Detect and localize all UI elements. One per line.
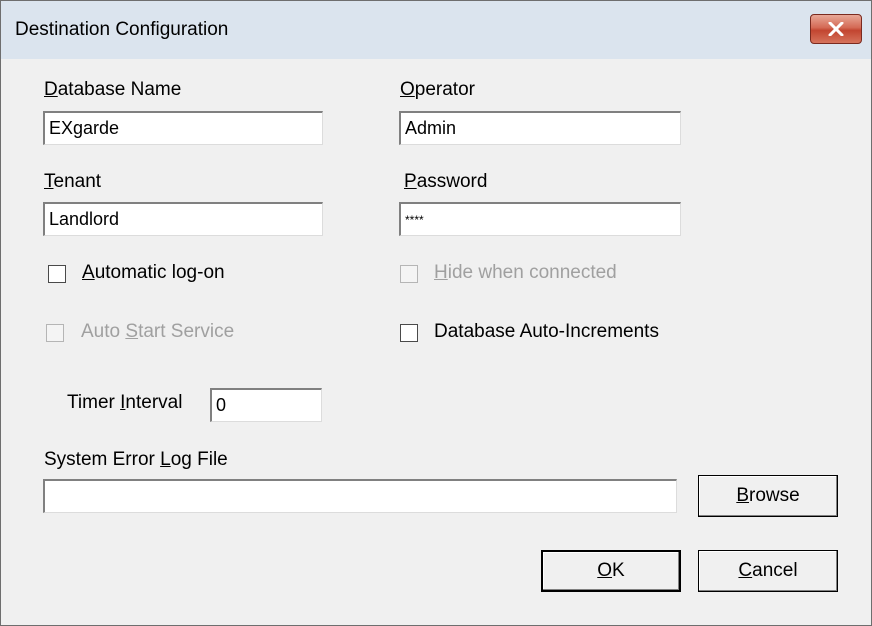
window-title: Destination Configuration	[15, 19, 229, 40]
tenant-label: Tenant	[44, 171, 102, 192]
operator-label: Operator	[400, 79, 475, 100]
database-name-label: Database Name	[44, 79, 182, 100]
error-log-label: System Error Log File	[44, 449, 228, 470]
password-input[interactable]	[399, 202, 681, 236]
browse-button[interactable]: Browse	[698, 475, 838, 517]
tenant-input[interactable]	[43, 202, 323, 236]
error-log-input[interactable]	[43, 479, 677, 513]
ok-button[interactable]: OK	[541, 550, 681, 592]
automatic-logon-label[interactable]: Automatic log-on	[82, 262, 225, 284]
hide-when-connected-label[interactable]: Hide when connected	[434, 262, 617, 284]
hide-when-connected-checkbox[interactable]	[400, 265, 418, 283]
close-x-icon	[828, 22, 844, 36]
close-button[interactable]	[810, 14, 862, 44]
auto-start-service-label[interactable]: Auto Start Service	[81, 321, 234, 343]
timer-interval-label: Timer Interval	[67, 392, 183, 413]
db-auto-increments-label[interactable]: Database Auto-Increments	[434, 321, 659, 343]
title-bar[interactable]: Destination Configuration	[1, 1, 871, 59]
database-name-input[interactable]	[43, 111, 323, 145]
automatic-logon-checkbox[interactable]	[48, 265, 66, 283]
cancel-button[interactable]: Cancel	[698, 550, 838, 592]
password-label: Password	[404, 171, 488, 192]
db-auto-increments-checkbox[interactable]	[400, 324, 418, 342]
dialog-window: Destination Configuration Database Name …	[0, 0, 872, 626]
operator-input[interactable]	[399, 111, 681, 145]
timer-interval-input[interactable]	[210, 388, 322, 422]
auto-start-service-checkbox[interactable]	[46, 324, 64, 342]
